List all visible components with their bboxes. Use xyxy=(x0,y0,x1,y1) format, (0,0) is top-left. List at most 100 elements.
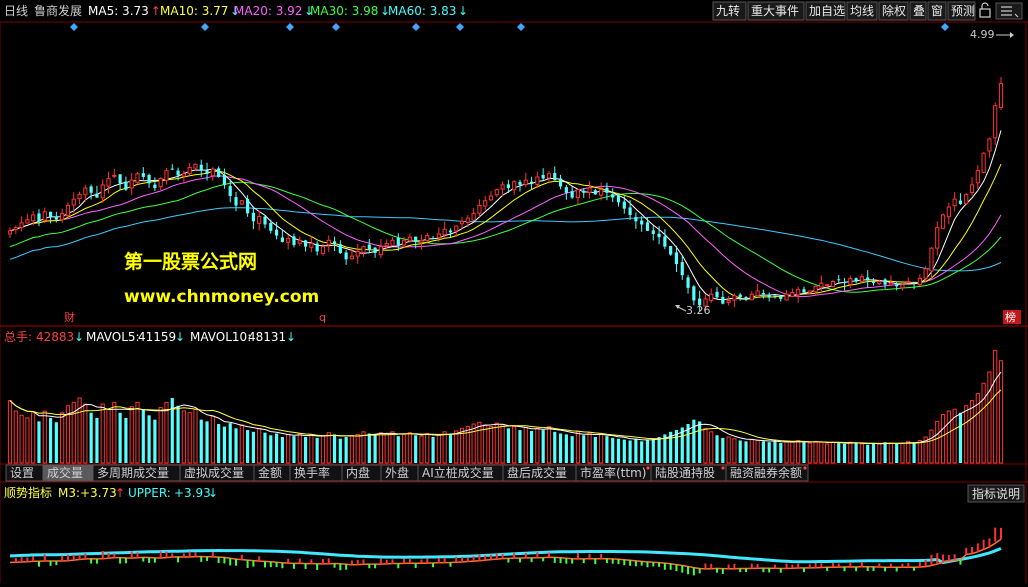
rank-badge[interactable]: 榜 xyxy=(1005,310,1016,324)
volume-bar xyxy=(153,419,157,463)
finance-badge[interactable]: 财 xyxy=(64,310,75,324)
volume-bar xyxy=(929,429,934,464)
volume-bar xyxy=(37,421,41,463)
candle-body xyxy=(31,214,36,222)
candle-body xyxy=(234,197,238,206)
candle-body xyxy=(987,138,992,152)
candle-body xyxy=(349,255,355,260)
menu-icon[interactable] xyxy=(995,2,1023,20)
volume-bar xyxy=(651,438,655,463)
price-panel[interactable]: 4.99 3.26 财 q 榜 第一股票公式网 www.chnmoney.com xyxy=(7,23,1021,324)
candle-body xyxy=(981,152,986,173)
signal-tick xyxy=(629,560,632,566)
signal-tick xyxy=(252,560,255,567)
moving-average-lines xyxy=(9,130,1002,301)
ma-legend: MA5: 3.73 ↑ MA10: 3.77 ↓MA20: 3.92 ↓MA30: 3.… xyxy=(88,4,468,18)
volume-bar xyxy=(106,408,111,464)
volume-panel[interactable]: 总手: 42883 ↓ MAVOL5: 41159 ↓ MAVOL10: 481… xyxy=(4,330,1004,464)
signal-tick xyxy=(49,561,52,566)
volume-bar xyxy=(755,439,760,464)
lock-icon[interactable] xyxy=(979,2,991,18)
signal-tick xyxy=(321,559,324,564)
volume-bar xyxy=(912,442,916,463)
volume-bar xyxy=(332,434,337,463)
indicator-panel[interactable]: 顺势指标 M3: +3.73 ↑ UPPER: +3.93 ↓ 指标说明 xyxy=(4,484,1025,576)
chart-canvas[interactable]: 日线 鲁商发展 MA5: 3.73 ↑ MA10: 3.77 ↓ MA20: 3.92 ↓… xyxy=(0,0,1028,583)
period-label[interactable]: 日线 xyxy=(4,4,28,18)
volume-bar xyxy=(969,400,975,464)
candle-body xyxy=(147,174,151,184)
volume-bar xyxy=(883,442,887,463)
candle-body xyxy=(373,247,377,253)
signal-tick xyxy=(745,568,748,573)
candle-body xyxy=(923,268,928,279)
signal-tick xyxy=(576,552,579,559)
header-toolbar: 九转 重大事件 加自选 均线 除权叠窗预测 xyxy=(712,1,1023,21)
volume-bar xyxy=(320,435,326,464)
candle-body xyxy=(71,198,76,206)
volume-bar xyxy=(48,417,53,463)
signal-tick xyxy=(304,563,307,569)
signal-tick xyxy=(913,567,916,571)
candle-body xyxy=(611,194,615,198)
signal-tick xyxy=(507,558,510,563)
candle-body xyxy=(871,281,876,284)
ma-legend-3: MA30: 3.98 xyxy=(310,4,378,18)
volume-bar xyxy=(297,433,302,464)
event-diamond-icon[interactable] xyxy=(517,23,525,31)
candle-body xyxy=(19,222,24,228)
event-diamond-icon[interactable] xyxy=(456,23,464,31)
candle-body xyxy=(7,230,13,235)
volume-value: 42883 xyxy=(36,330,74,344)
volume-bar xyxy=(749,439,754,464)
signal-tick xyxy=(831,562,834,568)
signal-tick xyxy=(727,564,730,569)
signal-tick xyxy=(350,560,353,565)
candle-body xyxy=(390,239,395,246)
candle-body xyxy=(964,193,969,205)
event-diamond-icon[interactable] xyxy=(941,23,949,31)
ma5-line xyxy=(9,130,1002,301)
signal-tick xyxy=(408,559,411,564)
event-diamond-icon[interactable] xyxy=(286,23,294,31)
event-diamond-icon[interactable] xyxy=(332,23,340,31)
volume-bar xyxy=(895,443,899,463)
volume-bar xyxy=(361,431,366,464)
signal-tick xyxy=(287,558,290,564)
volume-bar xyxy=(344,437,348,463)
volume-bar xyxy=(634,438,638,463)
volume-bar xyxy=(222,426,227,463)
event-diamond-icon[interactable] xyxy=(412,23,420,31)
volume-bar xyxy=(790,441,795,464)
volume-bar xyxy=(488,426,494,464)
volume-bar xyxy=(628,440,632,463)
signal-tick xyxy=(675,564,678,572)
candle-body xyxy=(477,204,482,214)
volume-bar xyxy=(570,436,574,463)
volume-bar xyxy=(280,437,284,463)
indicator-name[interactable]: 顺势指标 xyxy=(4,485,52,500)
volume-bar xyxy=(906,440,911,464)
candle-body xyxy=(773,295,777,297)
candle-body xyxy=(303,240,308,247)
volume-bar xyxy=(431,437,435,463)
candle-body xyxy=(669,246,673,255)
event-diamond-icon[interactable] xyxy=(201,23,209,31)
signal-tick xyxy=(78,554,81,560)
signal-tick xyxy=(756,564,759,569)
volume-bar xyxy=(575,431,581,464)
m3-value: +3.73 xyxy=(80,486,117,500)
q-badge[interactable]: q xyxy=(319,311,326,324)
signal-tick xyxy=(611,558,614,564)
volume-bar xyxy=(217,424,221,463)
candle-body xyxy=(222,174,227,185)
volume-bar xyxy=(946,410,951,464)
volume-bar xyxy=(859,443,865,464)
candle-body xyxy=(634,217,638,222)
volume-bar xyxy=(518,430,522,463)
ma-arrow-4: ↓ xyxy=(458,4,468,18)
signal-tick xyxy=(229,558,232,566)
signal-tick xyxy=(333,563,336,568)
signal-tick xyxy=(14,558,17,563)
event-diamond-icon[interactable] xyxy=(70,23,78,31)
